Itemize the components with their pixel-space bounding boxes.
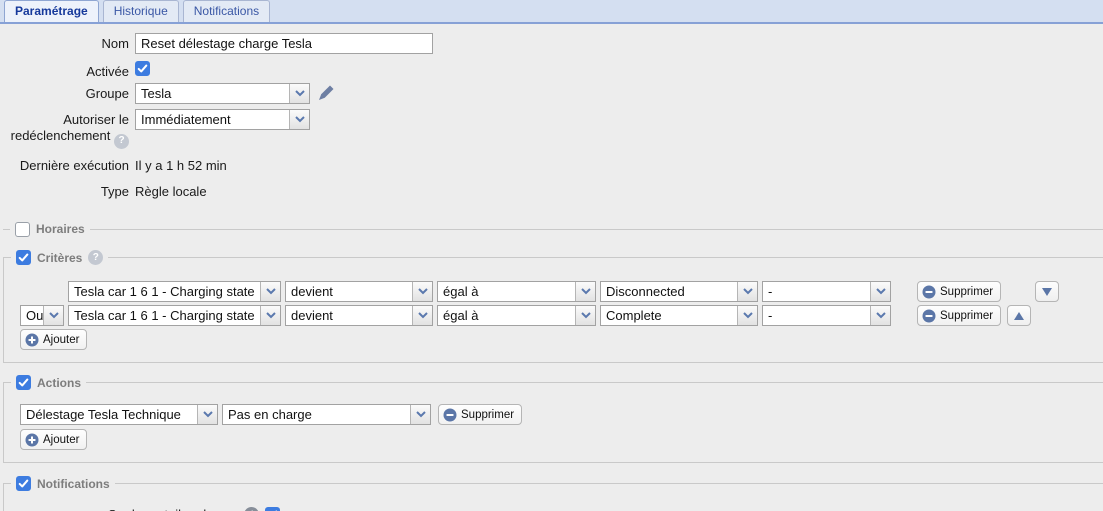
section-horaires: Horaires [0, 221, 1103, 237]
criteres-checkbox[interactable] [16, 250, 31, 265]
plus-circle-icon [25, 333, 39, 347]
chevron-down-icon [260, 306, 280, 325]
help-icon[interactable]: ? [114, 134, 129, 149]
groupe-label: Groupe [0, 83, 135, 102]
section-criteres: Critères ? Tesla car 1 6 1 - Charging st… [3, 250, 1103, 363]
delete-action-button[interactable]: Supprimer [438, 404, 522, 425]
section-actions: Actions Délestage Tesla Technique Pas en… [3, 375, 1103, 463]
section-notifications: Notifications Sur le portail eedomus i [3, 476, 1103, 511]
criteria-device-select[interactable]: Tesla car 1 6 1 - Charging state [68, 305, 281, 326]
derniere-execution-label: Dernière exécution [0, 155, 135, 174]
activee-checkbox[interactable] [135, 61, 150, 76]
edit-pencil-icon[interactable] [318, 85, 334, 104]
nom-label: Nom [0, 33, 135, 52]
arrow-down-icon [1042, 288, 1052, 296]
chevron-down-icon [737, 306, 757, 325]
criteria-verb-select[interactable]: devient [285, 281, 433, 302]
criteria-value-select[interactable]: Complete [600, 305, 758, 326]
tab-parametrage[interactable]: Paramétrage [4, 0, 99, 22]
criteria-row: Tesla car 1 6 1 - Charging state devient… [20, 281, 1103, 302]
arrow-up-icon [1014, 312, 1024, 320]
chevron-down-icon [412, 282, 432, 301]
nom-input[interactable] [135, 33, 433, 54]
field-row-derniere-execution: Dernière exécution Il y a 1 h 52 min [0, 155, 1103, 181]
move-up-spacer [1007, 281, 1031, 302]
chevron-down-icon [197, 405, 217, 424]
move-down-spacer [1035, 305, 1059, 326]
criteres-section-label: Critères [37, 251, 82, 265]
field-row-type: Type Règle locale [0, 181, 1103, 207]
derniere-execution-value: Il y a 1 h 52 min [135, 155, 227, 174]
tab-bar: Paramétrage Historique Notifications [0, 0, 1103, 22]
type-label: Type [0, 181, 135, 200]
actions-section-label: Actions [37, 376, 81, 390]
check-icon [18, 478, 29, 489]
chevron-down-icon [289, 84, 309, 103]
groupe-select[interactable]: Tesla [135, 83, 310, 104]
help-icon[interactable]: ? [88, 250, 103, 265]
chevron-down-icon [412, 306, 432, 325]
redeclenchement-label: Autoriser le redéclenchement ? [0, 109, 135, 149]
check-icon [18, 377, 29, 388]
criteria-verb-select[interactable]: devient [285, 305, 433, 326]
type-value: Règle locale [135, 181, 207, 200]
chevron-down-icon [410, 405, 430, 424]
portal-notification-label: Sur le portail eedomus [108, 507, 238, 511]
chevron-down-icon [870, 306, 890, 325]
tab-historique[interactable]: Historique [103, 0, 179, 22]
action-row: Délestage Tesla Technique Pas en charge … [20, 404, 1103, 425]
chevron-down-icon [43, 306, 63, 325]
field-row-redeclenchement: Autoriser le redéclenchement ? Immédiate… [0, 109, 1103, 155]
delete-criteria-button[interactable]: Supprimer [917, 305, 1001, 326]
add-action-button[interactable]: Ajouter [20, 429, 87, 450]
check-icon [137, 63, 148, 74]
chevron-down-icon [737, 282, 757, 301]
field-row-nom: Nom [0, 33, 1103, 61]
action-device-select[interactable]: Délestage Tesla Technique [20, 404, 218, 425]
tab-notifications[interactable]: Notifications [183, 0, 270, 22]
criteria-param-select[interactable]: - [762, 281, 891, 302]
portal-notification-checkbox[interactable] [265, 507, 280, 511]
portal-notification-row: Sur le portail eedomus i [108, 507, 1103, 511]
chevron-down-icon [575, 282, 595, 301]
info-icon[interactable]: i [244, 507, 259, 511]
action-value-select[interactable]: Pas en charge [222, 404, 431, 425]
actions-checkbox[interactable] [16, 375, 31, 390]
field-row-activee: Activée [0, 61, 1103, 83]
delete-criteria-button[interactable]: Supprimer [917, 281, 1001, 302]
criteria-operator-select[interactable]: Ou [20, 305, 64, 326]
redeclenchement-select[interactable]: Immédiatement [135, 109, 310, 130]
criteria-comparator-select[interactable]: égal à [437, 281, 596, 302]
minus-circle-icon [922, 309, 936, 323]
notifications-section-label: Notifications [37, 477, 110, 491]
criteria-comparator-select[interactable]: égal à [437, 305, 596, 326]
activee-label: Activée [0, 61, 135, 80]
criteria-device-select[interactable]: Tesla car 1 6 1 - Charging state [68, 281, 281, 302]
chevron-down-icon [260, 282, 280, 301]
field-row-groupe: Groupe Tesla [0, 83, 1103, 109]
notifications-checkbox[interactable] [16, 476, 31, 491]
minus-circle-icon [922, 285, 936, 299]
criteria-value-select[interactable]: Disconnected [600, 281, 758, 302]
check-icon [18, 252, 29, 263]
criteria-row: Ou Tesla car 1 6 1 - Charging state devi… [20, 305, 1103, 326]
criteria-param-select[interactable]: - [762, 305, 891, 326]
horaires-checkbox[interactable] [15, 222, 30, 237]
settings-panel: Nom Activée Groupe Tesla Autoriser le re… [0, 24, 1103, 511]
minus-circle-icon [443, 408, 457, 422]
move-down-button[interactable] [1035, 281, 1059, 302]
chevron-down-icon [289, 110, 309, 129]
chevron-down-icon [575, 306, 595, 325]
chevron-down-icon [870, 282, 890, 301]
horaires-section-label: Horaires [36, 221, 85, 237]
plus-circle-icon [25, 433, 39, 447]
add-criteria-button[interactable]: Ajouter [20, 329, 87, 350]
move-up-button[interactable] [1007, 305, 1031, 326]
